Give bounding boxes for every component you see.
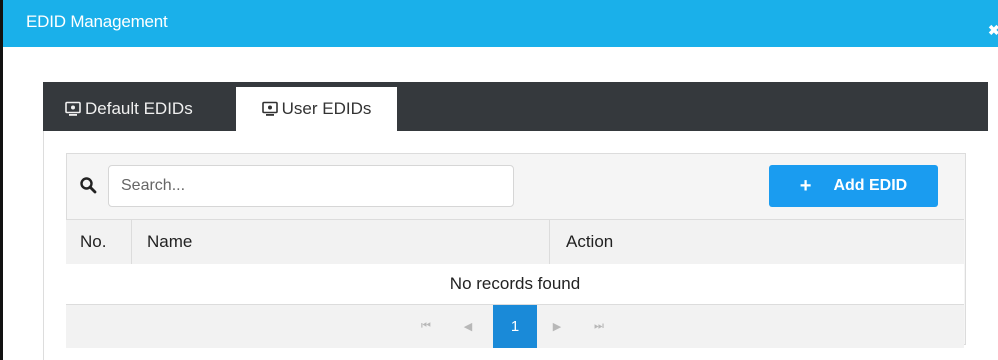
empty-table-message: No records found: [66, 264, 964, 305]
search-input[interactable]: [108, 165, 514, 207]
first-page-icon[interactable]: ⏮: [418, 305, 434, 348]
column-header-name[interactable]: Name: [147, 220, 192, 264]
tab-label: User EDIDs: [281, 99, 372, 118]
tab-bar: Default EDIDs User EDIDs: [43, 82, 988, 131]
dialog-titlebar: EDID Management ✖: [3, 0, 998, 47]
prev-page-icon[interactable]: ◀: [460, 305, 476, 348]
add-edid-button[interactable]: + Add EDID: [769, 165, 938, 207]
pagination: ⏮ ◀ 1 ▶ ⏭: [66, 305, 964, 348]
tab-user-edids[interactable]: User EDIDs: [236, 87, 397, 131]
monitor-icon: [65, 101, 81, 116]
column-divider: [131, 220, 132, 264]
dialog-title: EDID Management: [26, 12, 168, 31]
monitor-icon: [261, 101, 278, 116]
plus-icon: +: [799, 175, 812, 197]
column-header-no[interactable]: No.: [80, 220, 106, 264]
window-border: [0, 0, 3, 360]
column-header-action[interactable]: Action: [566, 220, 613, 264]
search-icon: [80, 177, 97, 194]
table-header: No. Name Action: [66, 219, 964, 265]
page-button-current[interactable]: 1: [493, 305, 537, 348]
last-page-icon[interactable]: ⏭: [591, 305, 607, 348]
tab-default-edids[interactable]: Default EDIDs: [65, 87, 193, 131]
close-icon[interactable]: ✖: [988, 24, 998, 36]
next-page-icon[interactable]: ▶: [549, 305, 565, 348]
column-divider: [549, 220, 550, 264]
tab-label: Default EDIDs: [85, 99, 193, 118]
add-edid-label: Add EDID: [833, 177, 908, 194]
